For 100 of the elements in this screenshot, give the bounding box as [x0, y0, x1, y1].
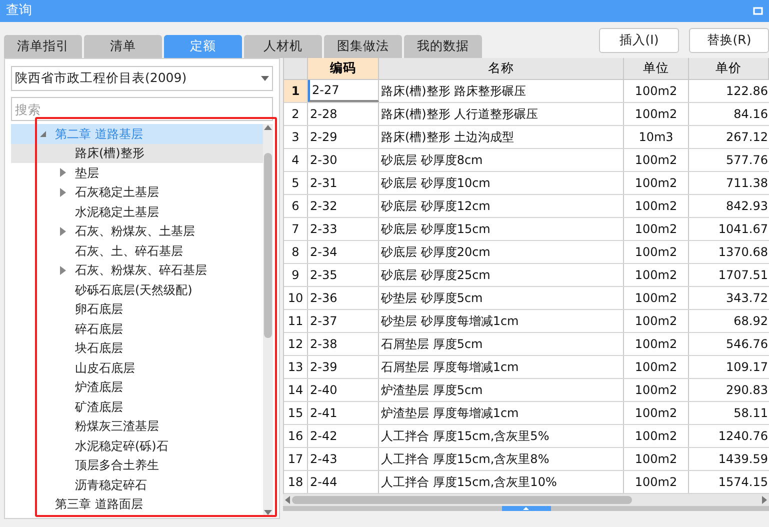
table-row[interactable]: 17 2-43 人工拌合 厚度15cm,含灰里8% 100m2 1439.59 [284, 448, 769, 471]
table-cell: 砂底层 砂厚度25cm [379, 264, 624, 286]
tab[interactable]: 我的数据 [404, 35, 482, 58]
table-row[interactable]: 5 2-31 砂底层 砂厚度10cm 100m2 711.38 [284, 172, 769, 195]
tree-item[interactable]: 石灰、土、碎石基层 [11, 241, 263, 260]
tree-item[interactable]: 水泥稳定土基层 [11, 202, 263, 222]
table-row[interactable]: 16 2-42 人工拌合 厚度15cm,含灰里5% 100m2 1240.76 [284, 425, 769, 448]
table-cell: 砂垫层 砂厚度每增减1cm [379, 310, 624, 332]
tab[interactable]: 图集做法 [324, 35, 402, 58]
table-cell-text: 577.76 [725, 152, 769, 169]
tree-item[interactable]: 石灰稳定土基层 [11, 182, 263, 202]
table-row[interactable]: 12 2-38 石屑垫层 厚度5cm 100m2 546.76 [284, 333, 769, 356]
tree-item[interactable]: 顶层多合土养生 [11, 456, 263, 475]
tree-item[interactable]: 矿渣底层 [11, 397, 263, 416]
table-cell: 100m2 [624, 379, 689, 401]
table-row[interactable]: 6 2-32 砂底层 砂厚度12cm 100m2 842.93 [284, 195, 769, 218]
table-cell: 2-44 [308, 471, 379, 493]
scroll-right-icon[interactable] [762, 496, 767, 504]
table-cell: 2-30 [308, 149, 379, 171]
tree-item[interactable]: 垫层 [11, 163, 263, 182]
column-header[interactable]: 单位 [624, 58, 689, 79]
tree-item[interactable]: 粉煤灰三渣基层 [11, 416, 263, 436]
tab[interactable]: 清单指引 [4, 35, 82, 58]
table-row[interactable]: 14 2-40 炉渣垫层 厚度5cm 100m2 290.83 [284, 379, 769, 402]
tree-item[interactable]: 碎石底层 [11, 319, 263, 338]
expanded-triangle-icon[interactable] [39, 130, 47, 138]
table-cell-text: 84.16 [732, 106, 769, 123]
vertical-scrollbar[interactable] [263, 124, 273, 516]
table-row[interactable]: 2 2-28 路床(槽)整形 人行道整形碾压 100m2 84.16 [284, 103, 769, 126]
table-cell-text: 1240.76 [717, 428, 769, 445]
collapsed-triangle-icon[interactable] [60, 188, 66, 197]
row-number: 1 [284, 80, 308, 102]
tree-item[interactable]: 山皮石底层 [11, 358, 263, 378]
tree-item[interactable]: 水泥稳定碎(砾)石 [11, 436, 263, 456]
table-cell-text: 1041.67 [717, 221, 769, 238]
search-field[interactable]: 搜索 [11, 97, 273, 121]
table-row[interactable]: 15 2-41 炉渣垫层 厚度每增减1cm 100m2 58.11 [284, 402, 769, 425]
table-row[interactable]: 1 2-27 路床(槽)整形 路床整形碾压 100m2 122.86 [284, 80, 769, 103]
action-button[interactable]: 替换(R) [689, 28, 769, 53]
tree-item-label: 水泥稳定碎(砾)石 [75, 438, 168, 454]
table-row[interactable]: 13 2-39 石屑垫层 厚度每增减1cm 100m2 109.17 [284, 356, 769, 379]
collapsed-triangle-icon[interactable] [60, 266, 66, 275]
table-cell: 100m2 [624, 149, 689, 171]
maximize-icon[interactable] [753, 7, 763, 15]
table-cell-text: 267.12 [725, 129, 769, 146]
tree-item[interactable]: 石灰、粉煤灰、土基层 [11, 222, 263, 241]
column-header[interactable]: 名称 [379, 58, 624, 79]
scroll-left-icon[interactable] [285, 496, 290, 504]
tree-item[interactable]: 炉渣底层 [11, 378, 263, 397]
table-row[interactable]: 9 2-35 砂底层 砂厚度25cm 100m2 1707.51 [284, 264, 769, 287]
table-row[interactable]: 3 2-29 路床(槽)整形 土边沟成型 10m3 267.12 [284, 126, 769, 149]
tab[interactable]: 清单 [84, 35, 162, 58]
table-cell: 砂垫层 砂厚度5cm [379, 287, 624, 309]
table-row[interactable]: 10 2-36 砂垫层 砂厚度5cm 100m2 343.72 [284, 287, 769, 310]
tree-item[interactable]: 块石底层 [11, 338, 263, 358]
table-cell-text: 58.11 [732, 405, 769, 422]
table-cell: 100m2 [624, 195, 689, 217]
splitter-handle[interactable] [502, 506, 550, 511]
dropdown-value: 陕西省市政工程价目表(2009) [15, 69, 187, 88]
table-cell-text: 1370.68 [717, 244, 769, 261]
tree-item[interactable]: 路床(槽)整形 [11, 144, 263, 163]
tree-item-label: 碎石底层 [75, 320, 123, 337]
table-cell-text: 1439.59 [717, 451, 769, 468]
column-header[interactable]: 单价 [689, 58, 769, 79]
collapsed-triangle-icon[interactable] [60, 168, 66, 178]
table-cell: 砂底层 砂厚度10cm [379, 172, 624, 194]
table-cell: 100m2 [624, 425, 689, 447]
tab[interactable]: 人材机 [244, 35, 322, 58]
horizontal-scrollbar[interactable] [283, 494, 769, 506]
table-cell-text: 343.72 [725, 290, 769, 307]
table-cell: 2-37 [308, 310, 379, 332]
tree-item-label: 石灰、粉煤灰、土基层 [75, 223, 195, 240]
tree-item[interactable]: 石灰、粉煤灰、碎石基层 [11, 260, 263, 280]
scrollbar-thumb[interactable] [292, 496, 632, 504]
tree-item[interactable]: 第三章 道路面层 [11, 494, 263, 514]
table-cell: 2-42 [308, 425, 379, 447]
collapsed-triangle-icon[interactable] [60, 226, 66, 236]
tree-item-label: 石灰稳定土基层 [75, 184, 159, 200]
table-row[interactable]: 11 2-37 砂垫层 砂厚度每增减1cm 100m2 68.92 [284, 310, 769, 333]
action-button[interactable]: 插入(I) [599, 28, 679, 53]
column-header[interactable]: 编码 [308, 58, 379, 79]
table-row[interactable]: 7 2-33 砂底层 砂厚度15cm 100m2 1041.67 [284, 218, 769, 241]
library-dropdown[interactable]: 陕西省市政工程价目表(2009) [11, 66, 273, 91]
tree-item[interactable]: 砂砾石底层(天然级配) [11, 280, 263, 300]
scroll-down-icon[interactable] [264, 510, 272, 515]
table-cell-text: 290.83 [725, 382, 769, 399]
tree-item[interactable]: 沥青稳定碎石 [11, 475, 263, 494]
table-cell: 2-40 [308, 379, 379, 401]
table-row[interactable]: 8 2-34 砂底层 砂厚度20cm 100m2 1370.68 [284, 241, 769, 264]
scrollbar-thumb[interactable] [264, 152, 272, 338]
scroll-up-icon[interactable] [264, 125, 272, 130]
table-cell: 2-35 [308, 264, 379, 286]
tree-item-label: 砂砾石底层(天然级配) [75, 282, 192, 298]
table-row[interactable]: 4 2-30 砂底层 砂厚度8cm 100m2 577.76 [284, 149, 769, 172]
table-cell-text: 68.92 [732, 313, 769, 330]
table-cell: 100m2 [624, 80, 689, 102]
table-cell: 石屑垫层 厚度5cm [379, 333, 624, 355]
tree-item-label: 炉渣底层 [75, 379, 123, 396]
table-cell-text: 1574.15 [717, 474, 769, 491]
tree-item[interactable]: 卵石底层 [11, 300, 263, 319]
